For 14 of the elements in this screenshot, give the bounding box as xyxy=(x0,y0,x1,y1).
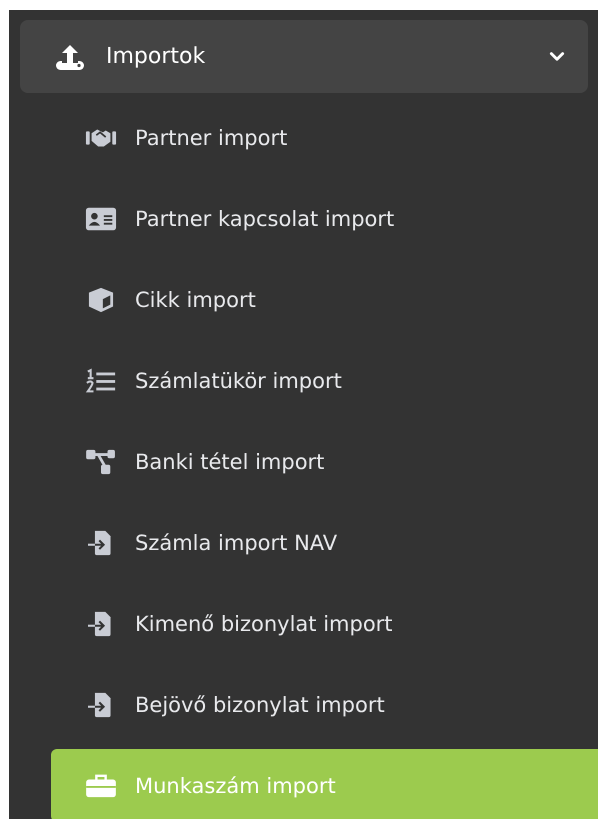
menu-item[interactable]: Számla import NAV xyxy=(51,506,598,579)
menu-item[interactable]: Banki tétel import xyxy=(51,425,598,498)
network-icon xyxy=(85,448,117,474)
menu-item[interactable]: Kimenő bizonylat import xyxy=(51,587,598,660)
menu-item[interactable]: Cikk import xyxy=(51,263,598,336)
upload-icon xyxy=(54,42,86,70)
menu-group-header[interactable]: Importok xyxy=(20,20,588,93)
briefcase-icon xyxy=(85,772,117,798)
menu-item[interactable]: Bejövő bizonylat import xyxy=(51,668,598,741)
id-card-icon xyxy=(85,206,117,232)
numbered-list-icon xyxy=(85,368,117,394)
menu-item[interactable]: Számlatükör import xyxy=(51,344,598,417)
menu-item[interactable]: Partner kapcsolat import xyxy=(51,182,598,255)
menu-item[interactable]: Partner import xyxy=(51,101,598,174)
